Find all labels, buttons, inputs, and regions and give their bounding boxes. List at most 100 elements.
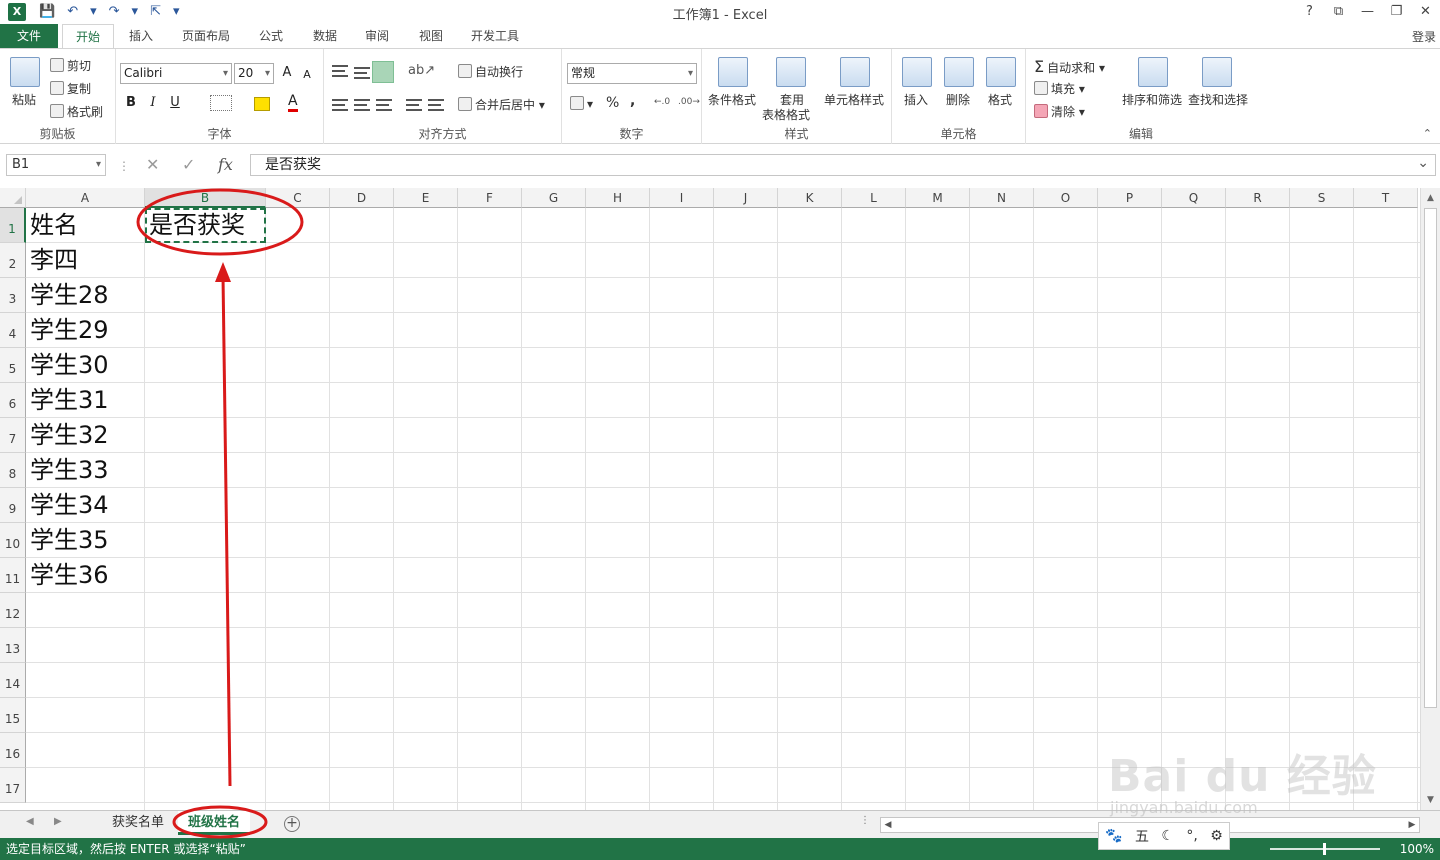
cell-a10[interactable]: 学生35 xyxy=(26,523,145,558)
column-header-n[interactable]: N xyxy=(970,188,1034,208)
enter-icon[interactable]: ✓ xyxy=(182,154,195,176)
clear-button[interactable]: 清除 ▾ xyxy=(1034,103,1085,120)
worksheet-grid[interactable]: A B C D E F G H I J K L M N O P Q R S T 1 2 3 4 5 6 7 8 9 10 11 12 13 14 1… xyxy=(0,188,1420,810)
italic-button[interactable]: I xyxy=(144,93,162,113)
scroll-right-icon[interactable]: ▶ xyxy=(1405,818,1419,832)
column-header-q[interactable]: Q xyxy=(1162,188,1226,208)
column-header-o[interactable]: O xyxy=(1034,188,1098,208)
name-box[interactable]: B1 xyxy=(6,154,106,176)
column-header-d[interactable]: D xyxy=(330,188,394,208)
column-header-m[interactable]: M xyxy=(906,188,970,208)
cut-button[interactable]: 剪切 xyxy=(50,57,91,74)
tab-splitter-icon[interactable]: ⋮ xyxy=(860,815,870,826)
align-top-icon[interactable] xyxy=(332,65,348,77)
row-header-9[interactable]: 9 xyxy=(0,488,26,523)
underline-button[interactable]: U xyxy=(166,93,184,113)
tab-review[interactable]: 审阅 xyxy=(354,24,400,48)
column-header-r[interactable]: R xyxy=(1226,188,1290,208)
help-icon[interactable]: ? xyxy=(1295,0,1324,24)
row-header-13[interactable]: 13 xyxy=(0,628,26,663)
column-header-b[interactable]: B xyxy=(145,188,266,208)
row-header-5[interactable]: 5 xyxy=(0,348,26,383)
row-header-4[interactable]: 4 xyxy=(0,313,26,348)
cell-a2[interactable]: 李四 xyxy=(26,243,145,278)
column-header-a[interactable]: A xyxy=(26,188,145,208)
tab-insert[interactable]: 插入 xyxy=(118,24,164,48)
scroll-left-icon[interactable]: ◀ xyxy=(881,818,895,832)
row-header-10[interactable]: 10 xyxy=(0,523,26,558)
column-header-h[interactable]: H xyxy=(586,188,650,208)
cell-styles-button[interactable]: 单元格样式 xyxy=(824,91,884,108)
decrease-indent-icon[interactable] xyxy=(406,99,422,111)
align-right-icon[interactable] xyxy=(376,99,392,111)
merge-center-button[interactable]: 合并后居中 ▾ xyxy=(458,96,545,113)
orientation-icon[interactable]: ab↗ xyxy=(408,63,435,78)
zoom-slider[interactable] xyxy=(1270,843,1380,855)
formula-input[interactable]: 是否获奖 xyxy=(250,153,1436,176)
format-painter-button[interactable]: 格式刷 xyxy=(50,103,103,120)
border-icon[interactable] xyxy=(210,95,232,111)
tab-page-layout[interactable]: 页面布局 xyxy=(172,24,240,48)
column-header-j[interactable]: J xyxy=(714,188,778,208)
column-header-p[interactable]: P xyxy=(1098,188,1162,208)
align-center-icon[interactable] xyxy=(354,99,370,111)
sheet-tab-awards[interactable]: 获奖名单 xyxy=(102,811,174,835)
fill-color-icon[interactable] xyxy=(254,97,270,111)
column-header-k[interactable]: K xyxy=(778,188,842,208)
decrease-decimal-icon[interactable]: .00→ xyxy=(678,97,700,107)
column-header-l[interactable]: L xyxy=(842,188,906,208)
sheet-next-icon[interactable]: ▶ xyxy=(54,816,62,827)
comma-button[interactable]: , xyxy=(630,93,635,109)
column-header-f[interactable]: F xyxy=(458,188,522,208)
row-header-3[interactable]: 3 xyxy=(0,278,26,313)
row-header-2[interactable]: 2 xyxy=(0,243,26,278)
align-middle-icon[interactable] xyxy=(354,67,370,79)
vertical-scrollbar[interactable]: ▲ ▼ xyxy=(1420,188,1440,810)
ime-mode-label[interactable]: 五 xyxy=(1135,826,1149,846)
sheet-prev-icon[interactable]: ◀ xyxy=(26,816,34,827)
zoom-level[interactable]: 100% xyxy=(1400,838,1434,860)
tab-view[interactable]: 视图 xyxy=(408,24,454,48)
sheet-tab-class-names[interactable]: 班级姓名 xyxy=(178,811,251,835)
column-header-g[interactable]: G xyxy=(522,188,586,208)
row-header-8[interactable]: 8 xyxy=(0,453,26,488)
column-header-i[interactable]: I xyxy=(650,188,714,208)
cell-a3[interactable]: 学生28 xyxy=(26,278,145,313)
align-left-icon[interactable] xyxy=(332,99,348,111)
bold-button[interactable]: B xyxy=(122,93,140,113)
format-table-line2[interactable]: 表格格式 xyxy=(762,106,810,123)
fill-button[interactable]: 填充 ▾ xyxy=(1034,80,1085,97)
cell-a11[interactable]: 学生36 xyxy=(26,558,145,593)
paw-icon[interactable]: 🐾 xyxy=(1105,828,1122,844)
wrap-text-button[interactable]: 自动换行 xyxy=(458,63,523,80)
font-name-select[interactable]: Calibri xyxy=(120,63,232,84)
sort-filter-button[interactable]: 排序和筛选 xyxy=(1122,91,1182,108)
moon-icon[interactable]: ☾ xyxy=(1161,828,1174,844)
tab-formulas[interactable]: 公式 xyxy=(248,24,294,48)
row-header-14[interactable]: 14 xyxy=(0,663,26,698)
cell-a6[interactable]: 学生31 xyxy=(26,383,145,418)
add-sheet-button[interactable]: + xyxy=(284,816,300,832)
cancel-icon[interactable]: ✕ xyxy=(146,154,159,176)
cell-a4[interactable]: 学生29 xyxy=(26,313,145,348)
tab-home[interactable]: 开始 xyxy=(62,24,114,49)
accounting-format-icon[interactable]: ▾ xyxy=(570,96,593,111)
scroll-down-icon[interactable]: ▼ xyxy=(1421,792,1440,808)
increase-decimal-icon[interactable]: ←.0 xyxy=(654,97,670,107)
row-header-7[interactable]: 7 xyxy=(0,418,26,453)
tab-developer[interactable]: 开发工具 xyxy=(462,24,528,48)
row-header-11[interactable]: 11 xyxy=(0,558,26,593)
find-select-button[interactable]: 查找和选择 xyxy=(1188,91,1248,108)
number-format-select[interactable]: 常规 xyxy=(567,63,697,84)
tab-file[interactable]: 文件 xyxy=(0,24,58,48)
tab-data[interactable]: 数据 xyxy=(302,24,348,48)
cell-a5[interactable]: 学生30 xyxy=(26,348,145,383)
cell-a1[interactable]: 姓名 xyxy=(26,208,145,243)
vertical-scroll-thumb[interactable] xyxy=(1424,208,1437,708)
login-link[interactable]: 登录 xyxy=(1412,28,1436,45)
settings-gear-icon[interactable]: ⚙ xyxy=(1210,828,1223,844)
ribbon-display-icon[interactable]: ⧉ xyxy=(1324,0,1353,24)
insert-function-icon[interactable]: fx xyxy=(218,154,233,176)
column-header-s[interactable]: S xyxy=(1290,188,1354,208)
row-header-6[interactable]: 6 xyxy=(0,383,26,418)
